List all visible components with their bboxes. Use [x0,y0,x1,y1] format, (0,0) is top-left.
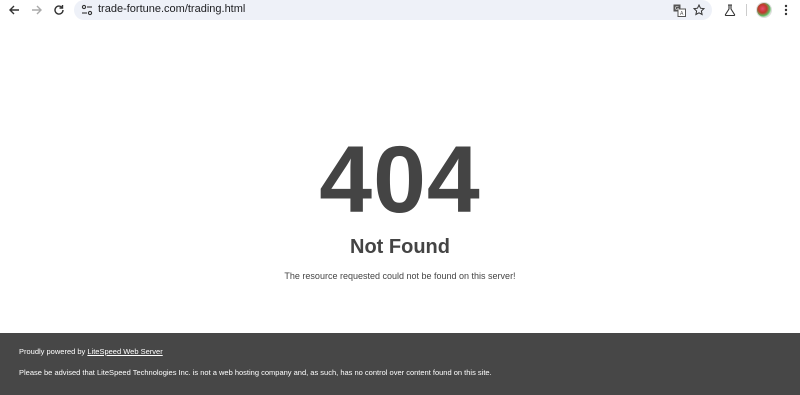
star-icon[interactable] [692,3,706,17]
toolbar-divider [746,4,747,16]
error-message: The resource requested could not be foun… [284,271,516,281]
powered-by-prefix: Proudly powered by [19,347,88,356]
error-code: 404 [319,127,481,233]
site-info-icon[interactable] [81,3,93,17]
powered-by-line: Proudly powered by LiteSpeed Web Server [19,347,163,356]
kebab-menu-icon[interactable] [779,3,793,17]
footer: Proudly powered by LiteSpeed Web Server … [0,333,800,395]
profile-avatar[interactable] [756,2,772,18]
translate-icon[interactable]: GA [672,3,686,17]
reload-icon[interactable] [52,3,66,17]
arrow-left-icon[interactable] [7,3,21,17]
error-title: Not Found [350,236,450,258]
url-text[interactable]: trade-fortune.com/trading.html [98,3,245,15]
svg-text:A: A [680,11,684,17]
error-page-content: 404 Not Found The resource requested cou… [0,21,800,333]
address-bar[interactable]: trade-fortune.com/trading.html GA [74,0,712,20]
browser-toolbar: trade-fortune.com/trading.html GA [0,0,800,21]
litespeed-link[interactable]: LiteSpeed Web Server [87,347,162,356]
disclaimer-text: Please be advised that LiteSpeed Technol… [19,368,492,377]
flask-icon[interactable] [723,3,737,17]
arrow-right-icon[interactable] [30,3,44,17]
svg-text:G: G [675,6,679,12]
